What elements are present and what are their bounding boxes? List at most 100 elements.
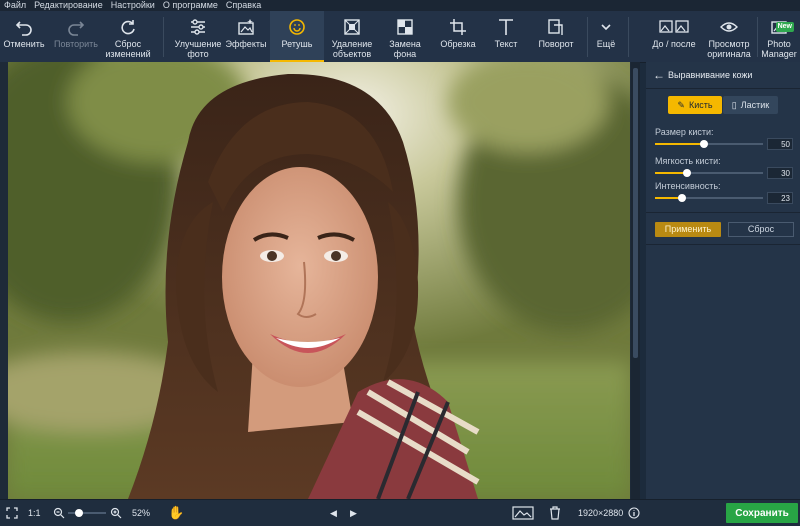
- actual-size-button[interactable]: 1:1: [28, 500, 41, 526]
- brush-softness-value[interactable]: 30: [767, 167, 793, 179]
- brush-size-value[interactable]: 50: [767, 138, 793, 150]
- new-badge: New: [775, 22, 794, 32]
- canvas-scrollbar[interactable]: [631, 62, 640, 499]
- canvas-area[interactable]: [0, 62, 640, 499]
- previous-photo-button[interactable]: ◀: [330, 500, 337, 526]
- eraser-tab[interactable]: ▯ Ластик: [723, 96, 778, 114]
- arrow-right-icon: ▶: [350, 507, 357, 518]
- apply-button[interactable]: Применить: [655, 222, 721, 237]
- view-original-button[interactable]: Просмотр оригинала: [702, 11, 756, 62]
- zoom-out-button[interactable]: [53, 500, 65, 526]
- next-photo-button[interactable]: ▶: [350, 500, 357, 526]
- retouch-panel: ← Выравнивание кожи ✎ Кисть ▯ Ластик Разме…: [646, 62, 800, 499]
- back-arrow-icon[interactable]: ←: [650, 68, 668, 82]
- menu-edit[interactable]: Редактирование: [34, 0, 103, 10]
- save-button[interactable]: Сохранить: [726, 503, 798, 523]
- reset-button[interactable]: Сброс: [728, 222, 794, 237]
- effects-icon: [238, 19, 254, 35]
- effects-button[interactable]: Эффекты: [224, 11, 268, 62]
- reset-changes-button[interactable]: Сброс изменений: [102, 11, 154, 62]
- redo-icon: [68, 21, 85, 36]
- intensity-label: Интенсивность:: [655, 181, 721, 191]
- brush-size-knob[interactable]: [699, 140, 708, 148]
- brush-size-slider[interactable]: [655, 140, 763, 148]
- enhance-button[interactable]: Улучшение фото: [172, 11, 224, 62]
- eraser-label: Ластик: [740, 100, 770, 110]
- remove-objects-icon: [344, 19, 360, 35]
- panel-title: Выравнивание кожи: [668, 70, 753, 80]
- menu-file[interactable]: Файл: [4, 0, 26, 10]
- text-icon: [499, 19, 513, 35]
- panel-header: ← Выравнивание кожи: [646, 62, 800, 89]
- intensity-slider[interactable]: [655, 194, 763, 202]
- replace-background-label: Замена фона: [389, 39, 421, 59]
- photo-canvas[interactable]: [8, 62, 630, 499]
- zoom-in-icon: [110, 507, 122, 519]
- redo-label: Повторить: [54, 39, 98, 49]
- menu-help[interactable]: Справка: [226, 0, 261, 10]
- photo-manager-label: Photo Manager: [761, 39, 797, 59]
- rotate-icon: [548, 19, 563, 35]
- intensity-knob[interactable]: [678, 194, 686, 202]
- enhance-label: Улучшение фото: [174, 39, 222, 59]
- crop-label: Обрезка: [440, 39, 476, 49]
- undo-button[interactable]: Отменить: [0, 11, 48, 62]
- panel-divider: [646, 244, 800, 245]
- fit-screen-icon: [6, 507, 18, 519]
- eye-icon: [720, 22, 738, 32]
- redo-button[interactable]: Повторить: [50, 11, 102, 62]
- rotate-label: Поворот: [538, 39, 574, 49]
- sliders-icon: [191, 19, 205, 35]
- status-bar: 1:1 52% ✋ ◀ ▶ 1920×2880 Сохранить: [0, 499, 800, 526]
- effects-label: Эффекты: [225, 39, 267, 49]
- gallery-icon: [512, 506, 534, 520]
- panel-divider: [646, 212, 800, 213]
- fit-screen-button[interactable]: [6, 500, 18, 526]
- remove-objects-button[interactable]: Удаление объектов: [326, 11, 378, 62]
- menu-settings[interactable]: Настройки: [111, 0, 155, 10]
- main-toolbar: Отменить Повторить Сброс изменений Улучш…: [0, 11, 800, 63]
- retouch-button[interactable]: Ретушь: [270, 11, 324, 62]
- hand-tool-button[interactable]: ✋: [168, 500, 184, 526]
- zoom-slider[interactable]: [68, 500, 106, 526]
- arrow-left-icon: ◀: [330, 507, 337, 518]
- text-button[interactable]: Текст: [484, 11, 528, 62]
- brush-softness-knob[interactable]: [683, 169, 692, 177]
- zoom-out-icon: [53, 507, 65, 519]
- brush-softness-slider[interactable]: [655, 169, 763, 177]
- info-icon: [628, 507, 640, 519]
- gallery-button[interactable]: [512, 500, 534, 526]
- refresh-icon: [121, 20, 135, 35]
- info-button[interactable]: [628, 500, 640, 526]
- menu-about[interactable]: О программе: [163, 0, 218, 10]
- scrollbar-thumb[interactable]: [633, 68, 638, 358]
- remove-objects-label: Удаление объектов: [331, 39, 373, 59]
- reset-changes-label: Сброс изменений: [105, 39, 151, 59]
- brush-softness-label: Мягкость кисти:: [655, 156, 721, 166]
- hand-icon: ✋: [168, 505, 185, 520]
- undo-icon: [15, 21, 32, 36]
- more-label: Ещё: [596, 39, 616, 49]
- rotate-button[interactable]: Поворот: [530, 11, 582, 62]
- crop-icon: [450, 19, 466, 35]
- portrait-photo: [8, 62, 630, 499]
- before-after-icon: [659, 20, 689, 33]
- intensity-value[interactable]: 23: [767, 192, 793, 204]
- photo-manager-button[interactable]: Photo Manager New: [758, 11, 800, 62]
- zoom-in-button[interactable]: [110, 500, 122, 526]
- retouch-label: Ретушь: [281, 39, 313, 49]
- more-button[interactable]: Ещё: [590, 11, 622, 62]
- brush-tab[interactable]: ✎ Кисть: [668, 96, 722, 114]
- before-after-button[interactable]: До / после: [646, 11, 702, 62]
- image-dimensions: 1920×2880: [578, 508, 624, 518]
- brush-label: Кисть: [688, 100, 713, 110]
- brush-size-label: Размер кисти:: [655, 127, 714, 137]
- eraser-icon: ▯: [731, 99, 737, 110]
- brush-icon: ✎: [677, 99, 685, 110]
- delete-button[interactable]: [549, 500, 561, 526]
- replace-background-button[interactable]: Замена фона: [380, 11, 430, 62]
- view-original-label: Просмотр оригинала: [707, 39, 751, 59]
- menu-bar: Файл Редактирование Настройки О программе Сп…: [0, 0, 800, 11]
- crop-button[interactable]: Обрезка: [432, 11, 484, 62]
- zoom-knob[interactable]: [75, 509, 84, 517]
